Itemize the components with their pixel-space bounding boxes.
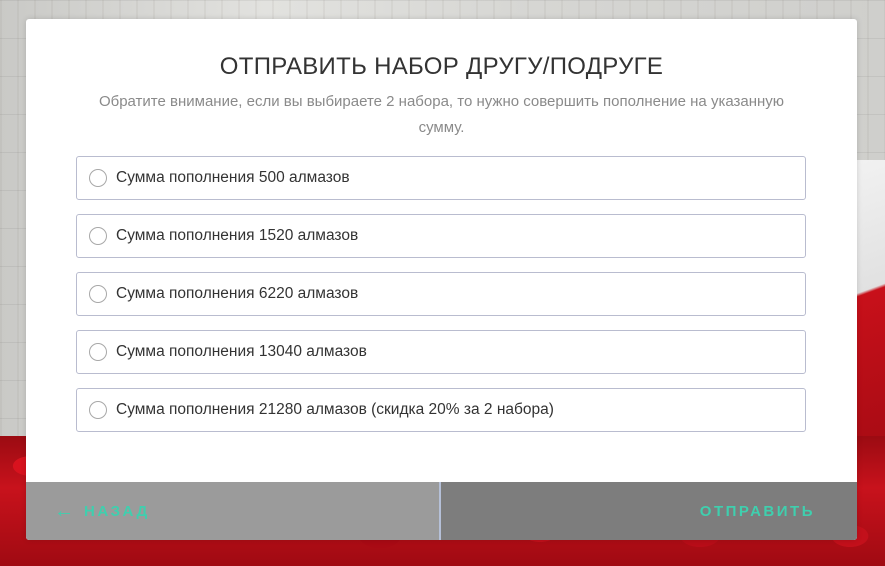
modal-title: ОТПРАВИТЬ НАБОР ДРУГУ/ПОДРУГЕ (219, 53, 664, 80)
radio-button[interactable] (89, 169, 107, 187)
option-label: Сумма пополнения 500 алмазов (116, 169, 350, 186)
amount-option-500[interactable]: Сумма пополнения 500 алмазов (76, 156, 806, 200)
amount-options: Сумма пополнения 500 алмазов Сумма попол… (76, 156, 806, 446)
radio-button[interactable] (89, 401, 107, 419)
option-label: Сумма пополнения 21280 алмазов (скидка 2… (116, 401, 554, 418)
option-label: Сумма пополнения 1520 алмазов (116, 227, 359, 244)
back-button-label: НАЗАД (84, 502, 150, 520)
radio-button[interactable] (89, 343, 107, 361)
amount-option-1520[interactable]: Сумма пополнения 1520 алмазов (76, 214, 806, 258)
amount-option-13040[interactable]: Сумма пополнения 13040 алмазов (76, 330, 806, 374)
back-button[interactable]: ← НАЗАД (26, 482, 441, 540)
submit-button-label: ОТПРАВИТЬ (699, 502, 815, 520)
option-label: Сумма пополнения 6220 алмазов (116, 285, 359, 302)
submit-button[interactable]: ОТПРАВИТЬ (441, 482, 857, 540)
option-label: Сумма пополнения 13040 алмазов (116, 343, 367, 360)
modal-footer: ← НАЗАД ОТПРАВИТЬ (26, 482, 857, 540)
arrow-left-icon: ← (54, 500, 74, 522)
modal-subtitle: Обратите внимание, если вы выбираете 2 н… (98, 93, 785, 136)
send-set-modal: ОТПРАВИТЬ НАБОР ДРУГУ/ПОДРУГЕ Обратите в… (26, 19, 857, 540)
radio-button[interactable] (89, 227, 107, 245)
radio-button[interactable] (89, 285, 107, 303)
amount-option-21280[interactable]: Сумма пополнения 21280 алмазов (скидка 2… (76, 388, 806, 432)
amount-option-6220[interactable]: Сумма пополнения 6220 алмазов (76, 272, 806, 316)
